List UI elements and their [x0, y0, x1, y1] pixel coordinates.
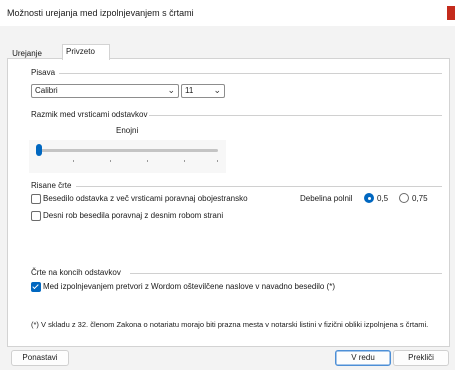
cancel-button[interactable]: Prekliči [393, 350, 449, 366]
lines-group-divider [76, 186, 442, 187]
options-dialog: Možnosti urejanja med izpolnjevanjem s č… [0, 0, 455, 370]
font-group-divider [59, 73, 442, 74]
close-button[interactable] [447, 6, 455, 20]
right-edge-checkbox[interactable] [31, 211, 41, 221]
chevron-down-icon: ⌄ [213, 85, 221, 95]
slider-tick [217, 160, 218, 162]
dialog-title: Možnosti urejanja med izpolnjevanjem s č… [7, 8, 194, 18]
end-lines-group-label: Črte na koncih odstavkov [31, 268, 121, 277]
spacing-group-divider [149, 115, 442, 116]
slider-thumb[interactable] [36, 144, 42, 156]
tab-privzeto[interactable]: Privzeto [62, 44, 110, 60]
slider-tick [110, 160, 111, 162]
spacing-value-label: Enojni [116, 126, 139, 135]
right-edge-label: Desni rob besedila poravnaj z desnim rob… [43, 211, 224, 220]
chevron-down-icon: ⌄ [167, 85, 175, 95]
end-lines-group-divider [130, 273, 442, 274]
thickness-radio-05[interactable] [364, 193, 374, 203]
thickness-label: Debelina polnil [300, 194, 353, 203]
thickness-option-075: 0,75 [412, 194, 428, 203]
justify-checkbox[interactable] [31, 194, 41, 204]
thickness-option-05: 0,5 [377, 194, 389, 203]
slider-track [36, 149, 218, 152]
slider-tick [147, 160, 148, 162]
lines-group-label: Risane črte [31, 181, 72, 190]
line-spacing-slider[interactable] [29, 140, 226, 173]
footnote-text: (*) V skladu z 32. členom Zakona o notar… [31, 320, 429, 329]
spacing-group-label: Razmik med vrsticami odstavkov [31, 110, 148, 119]
justify-label: Besedilo odstavka z več vrsticami poravn… [43, 194, 248, 203]
font-size-value: 11 [185, 86, 194, 95]
font-size-select[interactable]: 11 ⌄ [181, 84, 225, 98]
reset-button[interactable]: Ponastavi [11, 350, 69, 366]
convert-headings-label: Med izpolnjevanjem pretvori z Wordom ošt… [43, 282, 335, 291]
thickness-radio-075[interactable] [399, 193, 409, 203]
convert-headings-checkbox[interactable] [31, 282, 41, 292]
font-family-value: Calibri [35, 86, 58, 95]
font-family-select[interactable]: Calibri ⌄ [31, 84, 179, 98]
ok-button[interactable]: V redu [335, 350, 391, 366]
title-bar: Možnosti urejanja med izpolnjevanjem s č… [0, 0, 455, 26]
slider-tick [73, 160, 74, 162]
font-group-label: Pisava [31, 68, 56, 77]
slider-tick [184, 160, 185, 162]
